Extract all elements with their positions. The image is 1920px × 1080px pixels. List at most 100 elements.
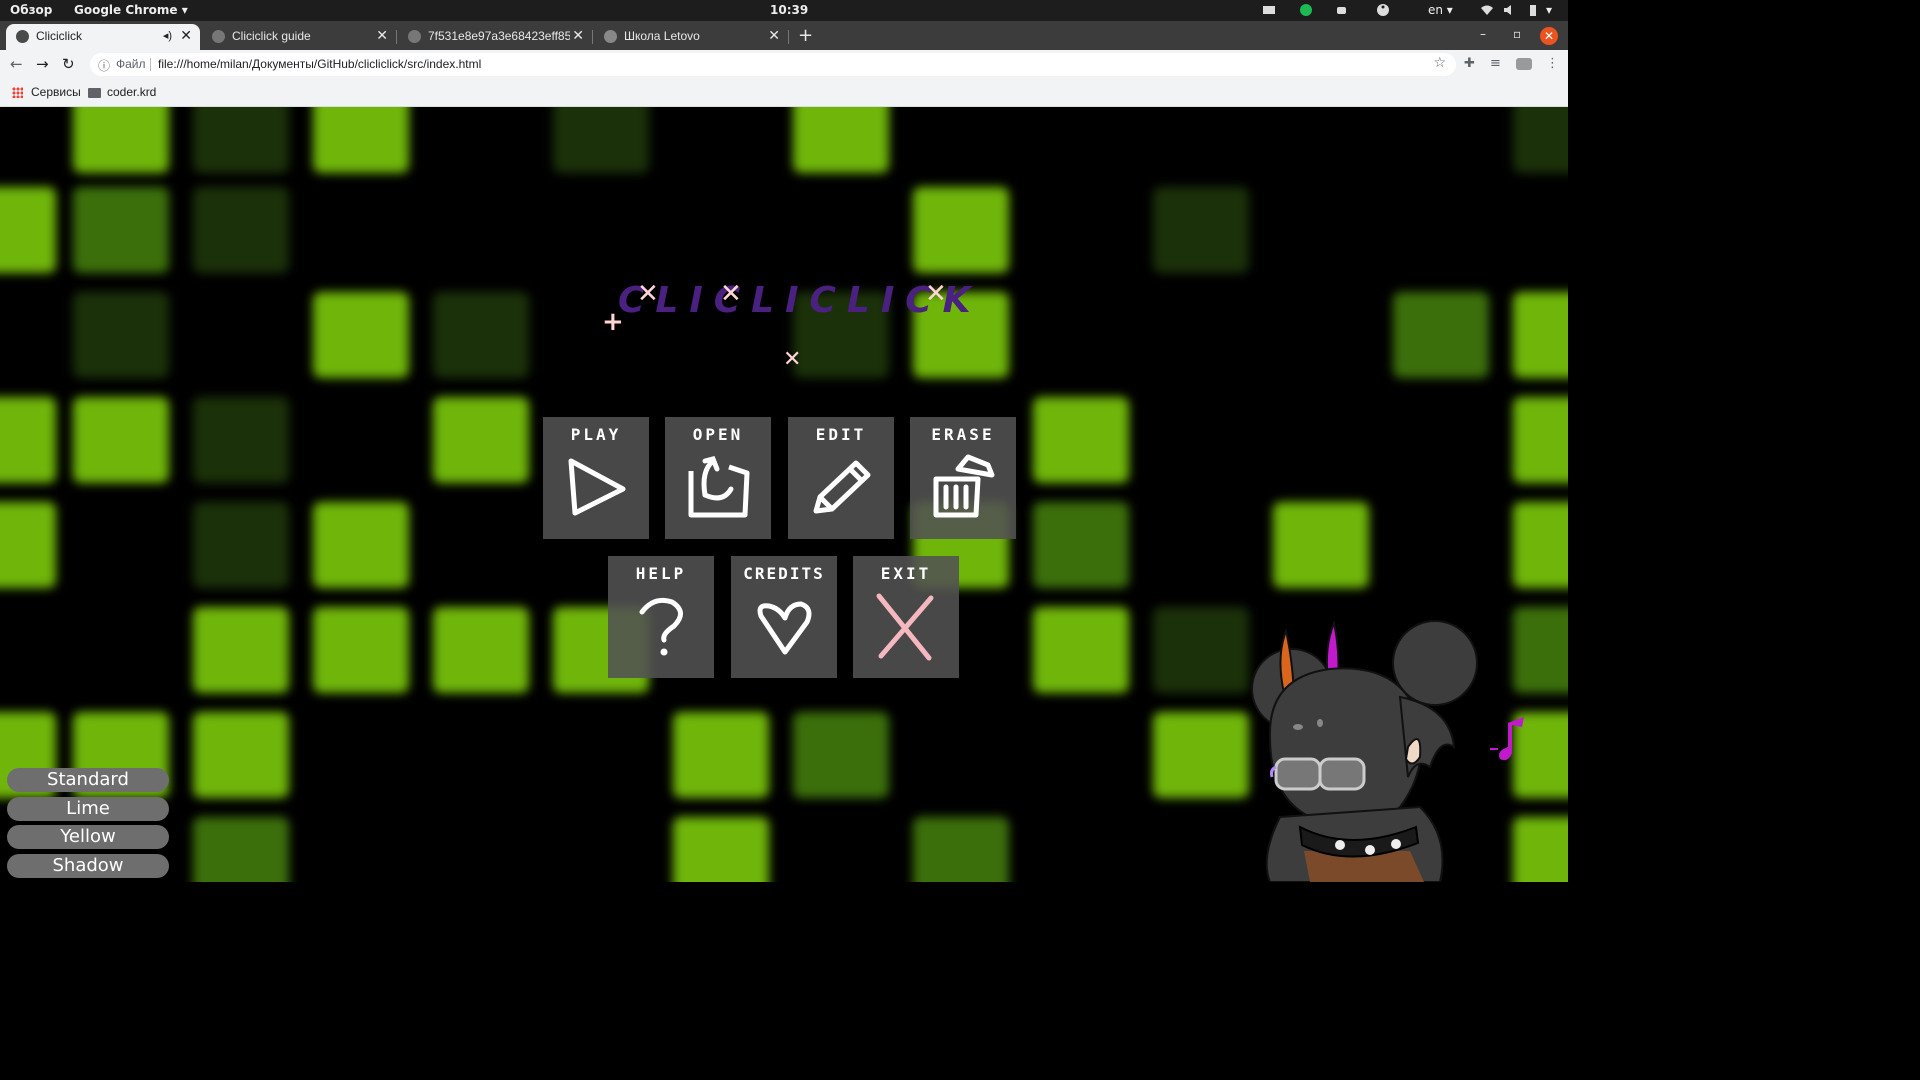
bg-square <box>1033 397 1129 483</box>
media-control-icon[interactable]: ≡ <box>1490 56 1501 71</box>
close-tab-icon[interactable]: ✕ <box>376 27 388 44</box>
reload-icon[interactable]: ↻ <box>62 55 75 73</box>
bg-square <box>1513 502 1568 588</box>
window-close-icon[interactable]: ✕ <box>1540 27 1558 45</box>
globe-icon <box>212 30 225 43</box>
tab-letovo[interactable]: Школа Letovo ✕ <box>594 24 789 50</box>
bg-square <box>73 107 169 173</box>
bg-square <box>313 607 409 693</box>
bookmark-apps[interactable]: Сервисы <box>31 85 81 99</box>
tab-cliciclick[interactable]: Cliciclick ◂) ✕ <box>6 24 200 50</box>
tab-separator <box>592 30 593 44</box>
bg-square <box>673 817 769 882</box>
coffee-icon[interactable] <box>1335 3 1349 17</box>
bg-square <box>433 607 529 693</box>
bg-square <box>1033 607 1129 693</box>
omnibox-separator <box>150 58 151 71</box>
language-selector[interactable]: en ▾ <box>1428 3 1453 17</box>
bg-square <box>0 187 56 273</box>
accessibility-icon[interactable] <box>1376 3 1390 17</box>
help-button[interactable]: HELP <box>608 556 714 678</box>
tab-cliciclick-guide[interactable]: Cliciclick guide ✕ <box>202 24 397 50</box>
spotify-icon[interactable] <box>1299 3 1313 17</box>
profile-avatar[interactable] <box>1516 58 1532 70</box>
play-button[interactable]: PLAY <box>543 417 649 539</box>
address-bar[interactable]: ⓘ Файл file:///home/milan/Документы/GitH… <box>90 53 1456 76</box>
url-text[interactable]: file:///home/milan/Документы/GitHub/clic… <box>158 57 481 71</box>
bg-square <box>1513 397 1568 483</box>
theme-lime-button[interactable]: Lime <box>7 797 169 821</box>
bg-square <box>0 397 56 483</box>
play-icon <box>568 458 626 516</box>
bg-square <box>1273 502 1369 588</box>
tab-strip: Cliciclick ◂) ✕ Cliciclick guide ✕ 7f531… <box>0 21 1568 50</box>
bookmark-star-icon[interactable]: ☆ <box>1433 55 1446 71</box>
tab-separator <box>396 30 397 44</box>
activities-button[interactable]: Обзор <box>10 3 52 17</box>
new-tab-button[interactable]: + <box>798 25 813 46</box>
tab-title: 7f531e8e97a3e68423eff8515a73 <box>428 29 570 43</box>
bg-square <box>1153 712 1249 798</box>
browser-toolbar: ← → ↻ ⓘ Файл file:///home/milan/Документ… <box>0 50 1568 79</box>
erase-button[interactable]: ERASE <box>910 417 1016 539</box>
credits-label: CREDITS <box>743 564 825 583</box>
screen-share-icon[interactable] <box>1262 3 1276 17</box>
wifi-icon[interactable] <box>1480 3 1494 17</box>
edit-label: EDIT <box>815 425 867 444</box>
folder-icon[interactable] <box>88 88 101 98</box>
back-arrow-icon[interactable]: ← <box>10 55 23 73</box>
bookmarks-bar: Сервисы coder.krd <box>0 79 1568 107</box>
theme-standard-button[interactable]: Standard <box>7 768 169 792</box>
game-viewport[interactable]: CLICLICLICK + ✕ ✕ ✕ ✕ PLAY OPEN EDIT ERA… <box>0 107 1568 882</box>
bookmark-coder-krd[interactable]: coder.krd <box>107 85 156 99</box>
close-tab-icon[interactable]: ✕ <box>180 27 192 44</box>
volume-icon[interactable] <box>1502 3 1516 17</box>
play-label: PLAY <box>570 425 622 444</box>
speaker-icon[interactable]: ◂) <box>163 29 172 42</box>
pencil-icon <box>813 460 871 514</box>
edit-button[interactable]: EDIT <box>788 417 894 539</box>
sparkle-icon: ✕ <box>925 279 947 309</box>
app-menu[interactable]: Google Chrome ▾ <box>74 3 188 17</box>
erase-label: ERASE <box>931 425 995 444</box>
info-icon[interactable]: ⓘ <box>98 57 110 74</box>
extensions-puzzle-icon[interactable]: ✚ <box>1464 56 1475 71</box>
scheme-label: Файл <box>116 57 146 71</box>
maximize-icon[interactable]: ▫ <box>1513 27 1521 41</box>
tab-hash[interactable]: 7f531e8e97a3e68423eff8515a73 ✕ <box>398 24 593 50</box>
open-button[interactable]: OPEN <box>665 417 771 539</box>
credits-button[interactable]: CREDITS <box>731 556 837 678</box>
close-tab-icon[interactable]: ✕ <box>572 27 584 44</box>
x-icon <box>876 593 934 661</box>
chrome-menu-icon[interactable]: ⋮ <box>1546 56 1559 71</box>
bg-square <box>913 187 1009 273</box>
apps-icon[interactable] <box>12 87 23 98</box>
clock[interactable]: 10:39 <box>770 3 808 17</box>
exit-button[interactable]: EXIT <box>853 556 959 678</box>
theme-yellow-button[interactable]: Yellow <box>7 825 169 849</box>
sparkle-icon: ✕ <box>637 279 659 309</box>
power-menu-chevron-icon[interactable]: ▾ <box>1546 3 1552 17</box>
exit-label: EXIT <box>880 564 932 583</box>
question-icon <box>639 597 683 656</box>
bg-square <box>1033 502 1129 588</box>
bg-square <box>193 817 289 882</box>
open-folder-icon <box>688 456 750 518</box>
close-tab-icon[interactable]: ✕ <box>768 27 780 44</box>
help-label: HELP <box>635 564 687 583</box>
bg-square <box>193 712 289 798</box>
bg-square <box>1153 607 1249 693</box>
bg-square <box>73 187 169 273</box>
bg-square <box>673 712 769 798</box>
globe-icon <box>408 30 421 43</box>
sparkle-icon: + <box>602 307 624 337</box>
bg-square <box>193 187 289 273</box>
system-top-bar: Обзор Google Chrome ▾ 10:39 en ▾ ▾ <box>0 0 1568 21</box>
theme-shadow-button[interactable]: Shadow <box>7 854 169 878</box>
mascot-character <box>1251 619 1524 882</box>
sparkle-icon: ✕ <box>720 279 742 309</box>
minimize-icon[interactable]: – <box>1480 27 1486 41</box>
battery-icon[interactable] <box>1526 3 1540 17</box>
bg-square <box>313 292 409 378</box>
forward-arrow-icon[interactable]: → <box>36 55 49 73</box>
